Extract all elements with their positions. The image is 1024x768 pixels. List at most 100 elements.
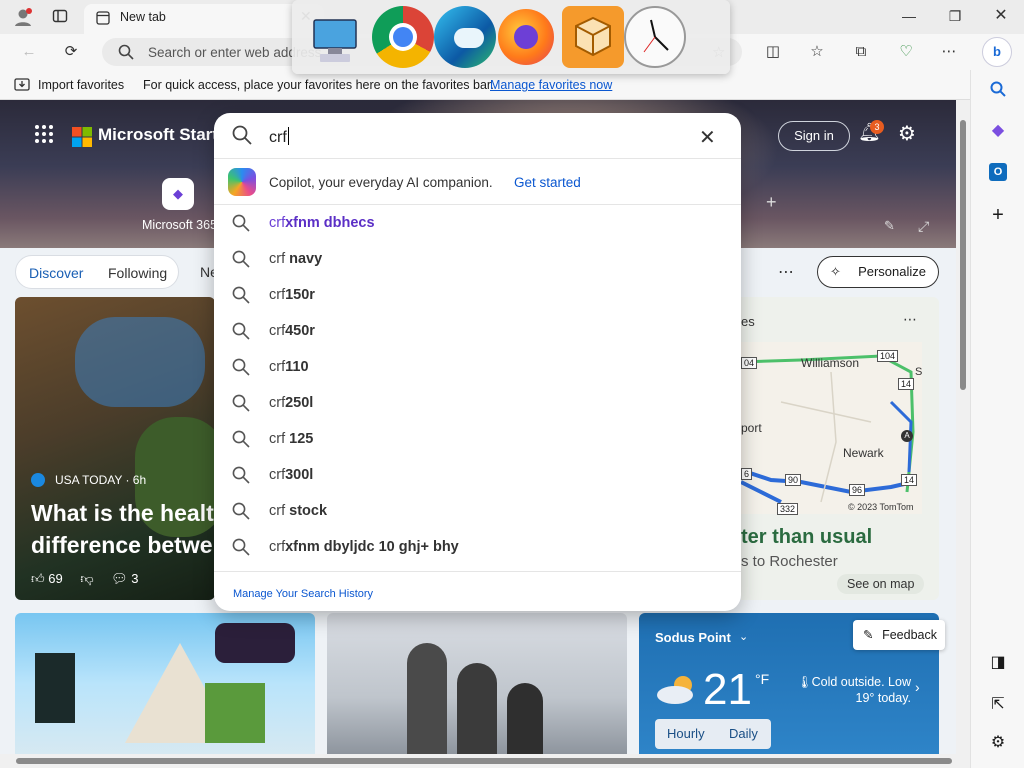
sidebar-add-icon[interactable]: + (985, 202, 1011, 228)
route-shield: 14 (898, 378, 915, 390)
route-shield: 14 (901, 474, 918, 486)
comment-count: 3 (131, 571, 139, 586)
map-label: Williamson (801, 356, 860, 370)
search-icon (232, 466, 250, 487)
map-label: S (915, 366, 923, 378)
search-icon (232, 125, 252, 148)
tab-new-tab[interactable]: New tab ✕ (84, 4, 324, 34)
horizontal-scrollbar[interactable] (0, 754, 970, 768)
news-card-minecraft[interactable] (15, 613, 315, 754)
edit-background-icon[interactable]: ✎ (884, 218, 895, 234)
suggestion-text: crfxfnm dbyljdc 10 ghj+ bhy (269, 539, 459, 555)
search-suggestion[interactable]: crf250l (214, 385, 741, 421)
back-button[interactable]: ← (18, 41, 40, 63)
profile-icon[interactable] (12, 6, 34, 31)
page-settings-icon[interactable]: ⚙ (898, 121, 916, 146)
search-query[interactable]: crf (269, 127, 289, 147)
weather-unit: °F (755, 671, 770, 687)
reactions: 👍︎ 69 👎︎ 💬︎ 3 (31, 571, 139, 587)
manage-favorites-link[interactable]: Manage favorites now (490, 78, 612, 92)
search-input[interactable]: crf ✕ (214, 113, 741, 159)
edge-icon[interactable] (434, 6, 496, 68)
collections-icon[interactable]: ⧉ (850, 41, 872, 63)
add-shortcut-icon[interactable]: + (766, 192, 777, 213)
more-options-icon[interactable]: ⋯ (938, 41, 960, 63)
search-suggestion[interactable]: crfxfnm dbhecs (214, 205, 741, 241)
refresh-button[interactable]: ⟳ (60, 41, 82, 63)
expand-icon[interactable]: ⤢ (918, 218, 929, 235)
search-suggestion[interactable]: crf450r (214, 313, 741, 349)
sidebar-search-icon[interactable] (985, 80, 1011, 106)
import-favorites-link[interactable]: Import favorites (38, 78, 124, 92)
manage-history-link[interactable]: Manage Your Search History (233, 588, 373, 600)
like-icon[interactable]: 👍︎ (31, 571, 45, 586)
favorites-icon[interactable]: ☆ (806, 41, 828, 63)
copilot-bing-icon[interactable]: b (982, 37, 1012, 67)
search-suggestion[interactable]: crf navy (214, 241, 741, 277)
feedback-button[interactable]: ✎ Feedback (853, 620, 945, 650)
minimize-button[interactable]: — (886, 0, 932, 32)
restore-button[interactable]: ❐ (932, 0, 978, 32)
personalize-button[interactable]: ✧ Personalize (817, 256, 939, 288)
route-shield: 96 (849, 484, 866, 496)
map-label: Newark (843, 446, 884, 460)
sidebar-copilot-icon[interactable]: ◆ (985, 118, 1011, 144)
sidebar-external-icon[interactable]: ⇱ (985, 692, 1011, 718)
feed-more-icon[interactable]: ⋯ (778, 262, 794, 282)
dislike-icon[interactable]: 👎︎ (80, 571, 93, 586)
tab-hourly[interactable]: Hourly (667, 726, 705, 741)
traffic-card[interactable]: es ⋯ Williamson port Newark © 2023 TomTo… (741, 297, 939, 600)
search-suggestion[interactable]: crf 125 (214, 421, 741, 457)
search-suggestion[interactable]: crf stock (214, 493, 741, 529)
scroll-thumb[interactable] (16, 758, 952, 764)
route-shield: 04 (741, 357, 758, 369)
tab-actions-icon[interactable] (52, 8, 68, 27)
sidebar-settings-icon[interactable]: ⚙ (985, 730, 1011, 756)
tab-following[interactable]: Following (108, 265, 167, 281)
news-headline[interactable]: What is the healt difference betwe (31, 497, 215, 561)
sidebar-hide-icon[interactable]: ◨ (985, 650, 1011, 676)
tab-discover[interactable]: Discover (29, 265, 83, 281)
search-suggestion[interactable]: crf150r (214, 277, 741, 313)
traffic-more-icon[interactable]: ⋯ (903, 311, 917, 328)
brand-title[interactable]: Microsoft Start (98, 125, 218, 145)
traffic-headline: ter than usual (741, 526, 873, 548)
weather-temperature: 21 (703, 665, 752, 714)
split-screen-icon[interactable]: ◫ (762, 41, 784, 63)
comment-icon[interactable]: 💬︎ (111, 571, 128, 586)
search-icon (232, 502, 250, 523)
copilot-get-started-link[interactable]: Get started (514, 175, 581, 190)
clear-search-icon[interactable]: ✕ (699, 125, 716, 150)
news-card-movie[interactable] (327, 613, 627, 754)
traffic-map[interactable]: Williamson port Newark © 2023 TomTom 104… (741, 342, 923, 515)
chevron-right-icon[interactable]: › (915, 679, 920, 695)
search-suggestion[interactable]: crfxfnm dbyljdc 10 ghj+ bhy (214, 529, 741, 565)
computer-icon[interactable] (308, 6, 362, 68)
weather-location[interactable]: Sodus Point (655, 630, 731, 645)
see-on-map-button[interactable]: See on map (837, 574, 925, 594)
apps-grid-icon[interactable] (34, 124, 54, 147)
m365-label: Microsoft 365 (142, 218, 218, 232)
sign-in-button[interactable]: Sign in (778, 121, 850, 151)
sidebar-outlook-icon[interactable]: O (985, 159, 1011, 185)
search-icon (118, 44, 134, 63)
suggestion-text: crf110 (269, 359, 309, 375)
package-app-icon[interactable] (562, 6, 624, 68)
import-favorites-icon (14, 77, 30, 94)
chrome-icon[interactable] (372, 6, 434, 68)
m365-icon[interactable]: ◆ (162, 178, 194, 210)
close-window-button[interactable]: ✕ (978, 0, 1024, 32)
firefox-icon[interactable] (498, 9, 554, 65)
news-card-main[interactable]: USA TODAY · 6h What is the healt differe… (15, 297, 215, 600)
clock-icon[interactable] (624, 6, 686, 68)
tab-daily[interactable]: Daily (729, 726, 758, 741)
cloudy-icon (655, 673, 699, 705)
search-suggestion[interactable]: crf300l (214, 457, 741, 493)
thermometer-icon: 🌡︎ (797, 675, 813, 689)
copilot-suggestion[interactable]: Copilot, your everyday AI companion. Get… (214, 159, 741, 205)
search-suggestion[interactable]: crf110 (214, 349, 741, 385)
vertical-scrollbar[interactable] (956, 100, 970, 754)
chevron-down-icon[interactable]: ⌄ (739, 630, 748, 643)
scroll-thumb[interactable] (960, 120, 966, 390)
browser-essentials-icon[interactable]: ♡ (895, 41, 917, 63)
